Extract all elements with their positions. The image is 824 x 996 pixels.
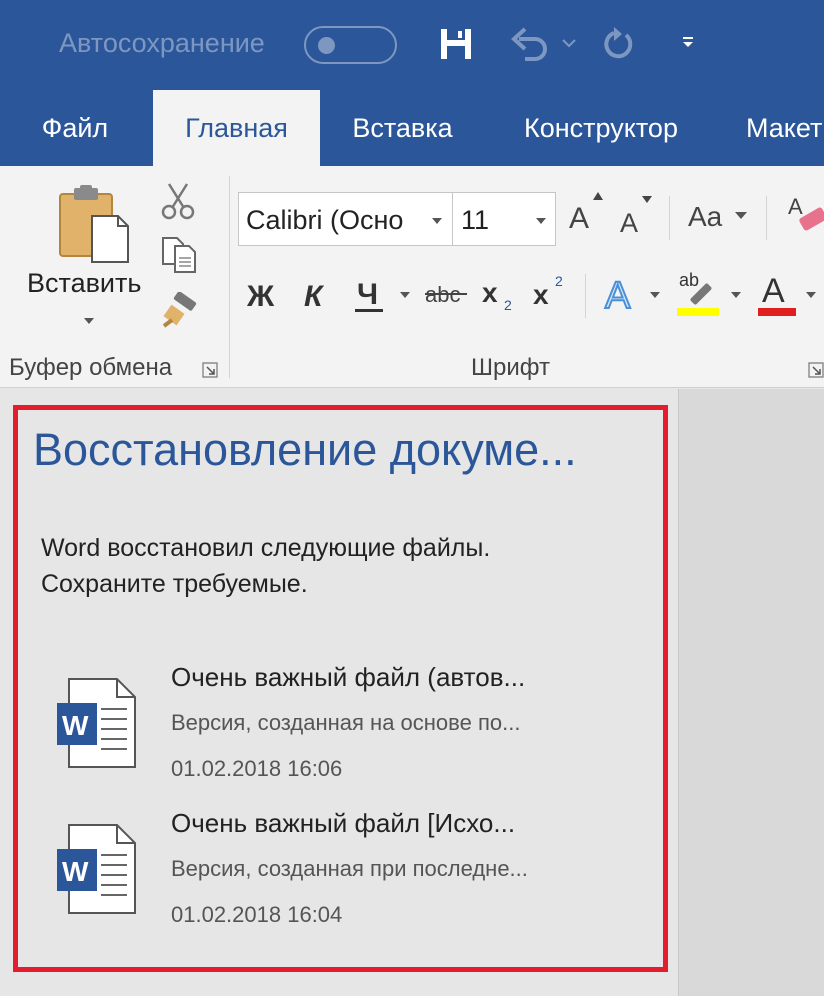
font-color-glyph: A [762, 272, 785, 310]
grow-font-glyph: A [569, 202, 589, 234]
file-timestamp: 01.02.2018 16:06 [171, 756, 343, 781]
paste-icon[interactable] [56, 184, 132, 264]
customize-toolbar-icon[interactable] [680, 34, 696, 50]
font-color-dropdown-icon[interactable] [804, 290, 818, 300]
superscript-glyph: x [533, 279, 549, 310]
svg-text:A: A [788, 194, 803, 219]
clipboard-launcher-icon[interactable] [202, 362, 218, 378]
italic-icon[interactable]: К [302, 276, 332, 312]
undo-icon[interactable] [511, 27, 551, 61]
pane-message-line2: Сохраните требуемые. [41, 570, 308, 598]
tab-layout[interactable]: Макет [728, 90, 824, 166]
highlighter-glyph: ab [679, 270, 699, 290]
scissors-icon[interactable] [160, 182, 196, 220]
recovered-file-item[interactable]: W Очень важный файл (автов... Версия, со… [40, 662, 640, 792]
tab-insert[interactable]: Вставка [330, 90, 475, 166]
ribbon-tabs: Файл Главная Вставка Конструктор Макет [0, 90, 824, 166]
pane-message: Word восстановил следующие файлы. Сохран… [41, 530, 490, 602]
svg-text:W: W [62, 856, 89, 887]
underline-glyph: Ч [357, 278, 378, 311]
highlighter-icon[interactable]: ab [675, 268, 721, 318]
format-painter-icon[interactable] [160, 292, 198, 330]
shrink-font-icon[interactable]: A [618, 192, 658, 236]
font-size-value: 11 [461, 205, 490, 235]
recovered-file-item[interactable]: W Очень важный файл [Исхо... Версия, соз… [40, 808, 640, 938]
font-size-combo[interactable]: 11 [452, 192, 556, 246]
text-effects-glyph: A [605, 275, 631, 316]
tab-home[interactable]: Главная [153, 90, 320, 166]
autosave-toggle[interactable] [304, 26, 397, 64]
subscript-glyph: x [482, 277, 498, 308]
strikethrough-icon[interactable]: abc [425, 278, 469, 310]
tab-design[interactable]: Конструктор [496, 90, 706, 166]
change-case-icon[interactable]: Aa [688, 198, 750, 232]
pane-title: Восстановление докуме... [33, 424, 577, 475]
paste-dropdown-icon[interactable] [82, 316, 96, 326]
group-separator [669, 196, 670, 240]
file-name[interactable]: Очень важный файл [Исхо... [171, 808, 515, 839]
copy-icon[interactable] [161, 236, 197, 274]
toggle-knob [318, 37, 335, 54]
word-doc-icon: W [57, 824, 136, 914]
autosave-label: Автосохранение [59, 28, 265, 58]
underline-dropdown-icon[interactable] [398, 290, 412, 300]
chevron-down-icon[interactable] [431, 217, 443, 225]
change-case-glyph: Aa [688, 201, 723, 232]
clipboard-group-label: Буфер обмена [9, 354, 173, 381]
superscript-icon[interactable]: x 2 [533, 272, 569, 312]
file-description: Версия, созданная на основе по... [171, 710, 521, 735]
text-effects-dropdown-icon[interactable] [648, 290, 662, 300]
group-separator [229, 176, 230, 378]
ribbon: Вставить Буфер обмена Calibri (Осно 11 A [0, 166, 824, 388]
group-separator [585, 274, 586, 318]
file-description: Версия, созданная при последне... [171, 856, 528, 881]
file-timestamp: 01.02.2018 16:04 [171, 902, 343, 927]
document-area [678, 389, 824, 996]
clear-formatting-icon[interactable]: A [786, 190, 824, 236]
font-name-value: Calibri (Осно [246, 205, 404, 235]
bold-glyph: Ж [247, 280, 275, 312]
highlighter-dropdown-icon[interactable] [729, 290, 743, 300]
subscript-icon[interactable]: x 2 [482, 276, 518, 314]
word-doc-icon: W [57, 678, 136, 768]
shrink-font-glyph: A [620, 208, 638, 236]
superscript-index: 2 [555, 273, 563, 289]
tab-file[interactable]: Файл [20, 90, 130, 166]
text-effects-icon[interactable]: A [603, 270, 643, 316]
file-name[interactable]: Очень важный файл (автов... [171, 662, 525, 693]
font-color-icon[interactable]: A [756, 268, 798, 318]
chevron-down-icon[interactable] [535, 217, 547, 225]
group-separator [766, 196, 767, 240]
italic-glyph: К [304, 280, 325, 312]
underline-icon[interactable]: Ч [354, 274, 386, 314]
font-name-combo[interactable]: Calibri (Осно [238, 192, 453, 246]
undo-dropdown-icon[interactable] [562, 38, 576, 48]
title-bar: Автосохранение [0, 0, 824, 90]
paste-label[interactable]: Вставить [27, 268, 141, 299]
font-group-label: Шрифт [471, 354, 550, 381]
svg-text:W: W [62, 710, 89, 741]
font-launcher-icon[interactable] [808, 362, 824, 378]
subscript-index: 2 [504, 297, 512, 313]
grow-font-icon[interactable]: A [567, 188, 607, 234]
pane-message-line1: Word восстановил следующие файлы. [41, 534, 491, 562]
bold-icon[interactable]: Ж [247, 276, 283, 312]
save-icon[interactable] [439, 27, 473, 61]
redo-icon[interactable] [602, 26, 638, 62]
